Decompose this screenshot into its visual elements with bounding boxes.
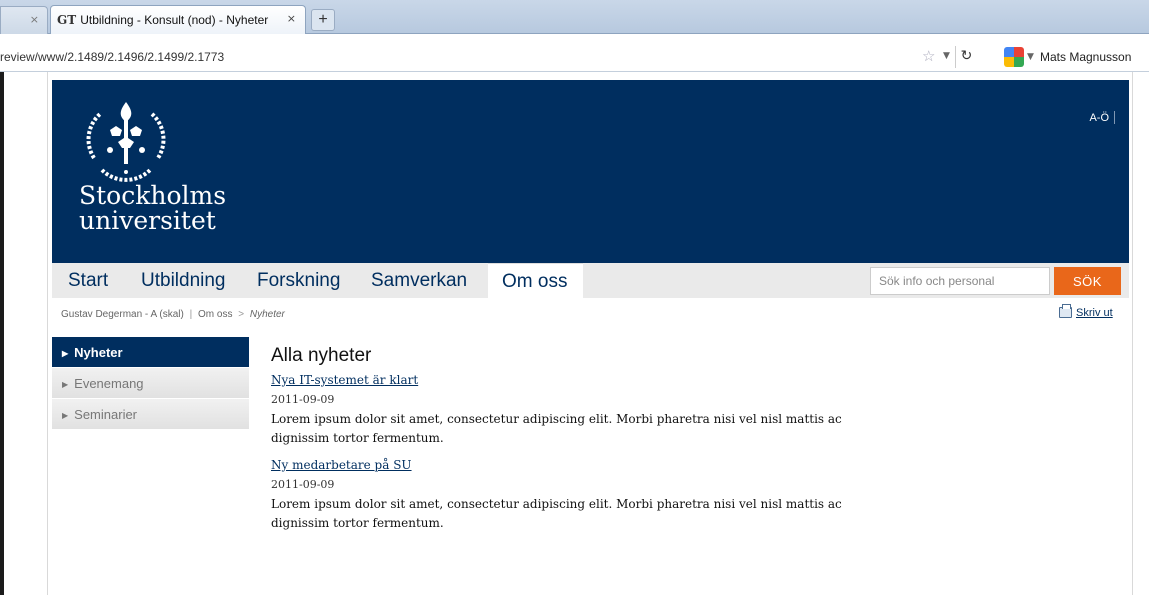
print-link[interactable]: Skriv ut — [1059, 304, 1113, 319]
dropdown-icon[interactable]: ▼ — [1027, 52, 1034, 62]
breadcrumb-current: Nyheter — [249, 309, 285, 320]
breadcrumb-separator: | — [189, 309, 193, 320]
nav-item-forskning[interactable]: Forskning — [257, 263, 340, 298]
news-title-link[interactable]: Ny medarbetare på SU — [271, 457, 412, 473]
browser-tab-previous[interactable]: × — [0, 6, 48, 34]
nav-item-om-oss[interactable]: Om oss — [488, 263, 583, 298]
chevron-right-icon: ▶ — [62, 349, 69, 358]
news-excerpt: Lorem ipsum dolor sit amet, consectetur … — [271, 497, 842, 530]
dropdown-icon[interactable]: ▼ — [943, 51, 950, 61]
user-name[interactable]: Mats Magnusson — [1040, 50, 1131, 64]
news-item: Nya IT-systemet är klart 2011-09-09 Lore… — [271, 369, 851, 448]
breadcrumb-parent[interactable]: Om oss — [198, 309, 232, 320]
logo-line-1: Stockholms — [79, 181, 227, 210]
nav-item-samverkan[interactable]: Samverkan — [371, 263, 467, 298]
site-header — [52, 80, 1129, 263]
chevron-right-icon: ▶ — [62, 411, 69, 420]
tab-title: Utbildning - Konsult (nod) - Nyheter — [80, 13, 269, 27]
chevron-right-icon: ▶ — [62, 380, 69, 389]
university-seal-icon[interactable] — [80, 96, 172, 188]
nav-item-utbildning[interactable]: Utbildning — [141, 263, 226, 298]
new-tab-button[interactable]: + — [311, 9, 335, 31]
close-icon[interactable]: × — [30, 13, 39, 26]
browser-tab-bar: × GT Utbildning - Konsult (nod) - Nyhete… — [0, 0, 1149, 34]
sidebar-item-label: Seminarier — [74, 407, 138, 422]
sidebar-item-label: Nyheter — [74, 345, 123, 360]
star-icon[interactable]: ☆ — [922, 47, 935, 65]
breadcrumb-root[interactable]: Gustav Degerman - A (skal) — [61, 309, 184, 320]
sidebar-item-seminarier[interactable]: ▶ Seminarier — [52, 399, 249, 430]
url-text[interactable]: review/www/2.1489/2.1496/2.1499/2.1773 — [0, 50, 224, 64]
nav-item-start[interactable]: Start — [68, 263, 108, 298]
page-title: Alla nyheter — [271, 345, 372, 366]
sidebar: ▶ Nyheter ▶ Evenemang ▶ Seminarier — [52, 337, 249, 430]
news-date: 2011-09-09 — [271, 393, 335, 406]
favicon: GT — [57, 13, 77, 27]
news-title-link[interactable]: Nya IT-systemet är klart — [271, 372, 418, 388]
sidebar-item-evenemang[interactable]: ▶ Evenemang — [52, 368, 249, 399]
search-button[interactable]: SÖK — [1054, 267, 1121, 295]
search-input[interactable] — [870, 267, 1050, 295]
browser-tab-active[interactable]: GT Utbildning - Konsult (nod) - Nyheter … — [50, 5, 306, 34]
news-excerpt: Lorem ipsum dolor sit amet, consectetur … — [271, 412, 842, 445]
main-content: Alla nyheter Nya IT-systemet är klart 20… — [271, 345, 851, 539]
news-item: Ny medarbetare på SU 2011-09-09 Lorem ip… — [271, 454, 851, 533]
site-logo[interactable]: Stockholms universitet — [79, 183, 226, 233]
sidebar-item-label: Evenemang — [74, 376, 144, 391]
news-date: 2011-09-09 — [271, 478, 335, 491]
close-icon[interactable]: × — [287, 12, 296, 25]
print-label: Skriv ut — [1076, 307, 1113, 319]
printer-icon — [1059, 304, 1072, 318]
logo-line-2: universitet — [79, 206, 216, 235]
window-edge — [0, 72, 4, 595]
sidebar-item-nyheter[interactable]: ▶ Nyheter — [52, 337, 249, 368]
a-z-link[interactable]: A-Ö — [1089, 112, 1109, 124]
google-icon[interactable] — [1004, 47, 1024, 67]
header-divider — [1114, 111, 1115, 124]
reload-icon[interactable]: ↻ — [955, 46, 977, 68]
address-bar[interactable]: review/www/2.1489/2.1496/2.1499/2.1773 ☆… — [0, 44, 1149, 72]
breadcrumb-arrow: > — [238, 309, 245, 320]
breadcrumb: Gustav Degerman - A (skal) | Om oss > Ny… — [61, 309, 285, 320]
